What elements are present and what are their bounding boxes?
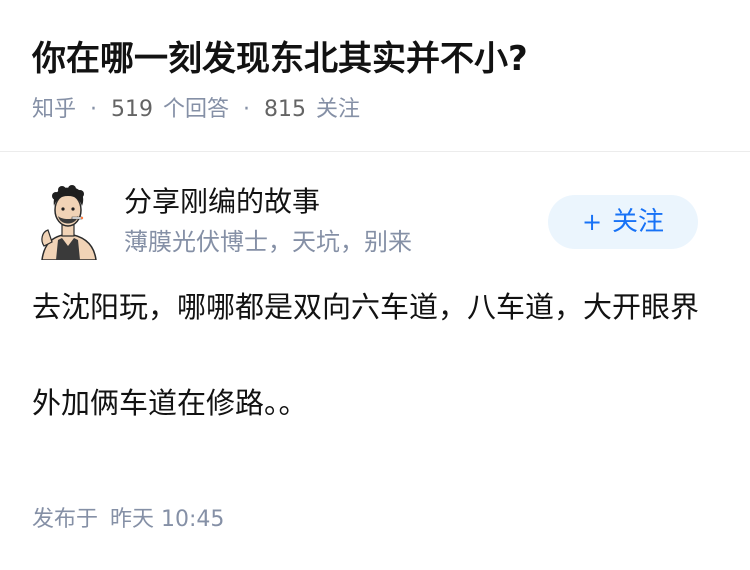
source-label[interactable]: 知乎 [32,94,76,126]
answer-count: 519 [111,97,154,122]
plus-icon: + [581,208,603,236]
cartoon-person-avatar-icon[interactable] [32,184,104,260]
author-name[interactable]: 分享刚编的故事 [124,182,320,222]
answer-paragraph: 去沈阳玩，哪哪都是双向六车道，八车道，大开眼界 [32,290,700,324]
question-meta: 知乎 · 519 个回答 · 815 关注 [32,94,360,126]
author-bio: 薄膜光伏博士，天坑，别来 [124,228,412,256]
meta-separator: · [243,97,251,122]
follow-button-label: 关注 [612,207,665,237]
follower-count-label: 关注 [316,97,361,122]
publish-time-value: 昨天 10:45 [110,507,225,532]
answer-paragraph: 外加俩车道在修路。。 [32,386,308,420]
divider [0,151,750,152]
publish-label: 发布于 [32,507,99,532]
answer-count-label: 个回答 [163,97,230,122]
follow-button[interactable]: + 关注 [548,195,698,249]
publish-time: 发布于 昨天 10:45 [32,504,224,536]
meta-separator: · [90,97,98,122]
question-title[interactable]: 你在哪一刻发现东北其实并不小? [32,34,528,84]
answer-content: 去沈阳玩，哪哪都是双向六车道，八车道，大开眼界 外加俩车道在修路。。 [32,283,718,427]
follower-count: 815 [264,97,307,122]
